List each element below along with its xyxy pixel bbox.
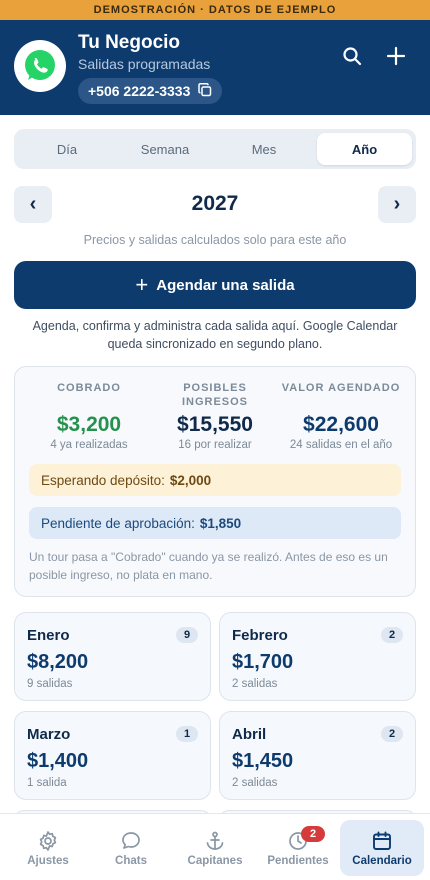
- chat-icon: [120, 830, 142, 852]
- year-title: 2027: [191, 192, 239, 215]
- schedule-trip-button[interactable]: + Agendar una salida: [14, 261, 416, 309]
- month-amount: $8,200: [27, 651, 89, 673]
- month-amount: $1,450: [232, 750, 294, 772]
- stat-value: $3,200: [56, 413, 122, 436]
- tab-capitanes[interactable]: Capitanes: [173, 820, 257, 876]
- stat-value: $22,600: [303, 413, 379, 436]
- tab-label: Capitanes: [187, 854, 243, 867]
- month-count-badge: 2: [381, 726, 403, 742]
- month-card-febrero[interactable]: Febrero 2 $1,700 2 salidas: [219, 612, 416, 701]
- stat-sub: 24 salidas en el año: [289, 439, 393, 451]
- month-amount: $1,700: [232, 651, 294, 673]
- app-header: Tu Negocio Salidas programadas +506 2222…: [0, 20, 430, 115]
- summary-note: Un tour pasa a "Cobrado" cuando ya se re…: [29, 550, 388, 582]
- awaiting-deposit-label: Esperando depósito:: [41, 472, 165, 488]
- month-card-abril[interactable]: Abril 2 $1,450 2 salidas: [219, 711, 416, 800]
- year-note: Precios y salidas calculados solo para e…: [83, 233, 347, 247]
- stat-label: POSIBLES INGRESOS: [181, 382, 249, 408]
- month-name: Marzo: [27, 726, 71, 743]
- copy-icon: [198, 82, 212, 100]
- month-card-marzo[interactable]: Marzo 1 $1,400 1 salida: [14, 711, 211, 800]
- month-name: Enero: [27, 627, 70, 644]
- stat-label: VALOR AGENDADO: [281, 382, 401, 394]
- schedule-description: Agenda, confirma y administra cada salid…: [32, 319, 398, 351]
- tab-label: Calendario: [352, 854, 412, 867]
- tab-chats[interactable]: Chats: [89, 820, 173, 876]
- segment-year[interactable]: Año: [317, 133, 412, 165]
- month-count-badge: 1: [176, 726, 198, 742]
- month-trip-count: 9 salidas: [27, 678, 73, 690]
- awaiting-deposit-notice[interactable]: Esperando depósito: $2,000: [29, 464, 401, 496]
- period-segmented-control: Día Semana Mes Año: [14, 129, 416, 169]
- next-year-button[interactable]: ›: [378, 186, 416, 223]
- tab-label: Chats: [115, 854, 147, 867]
- phone-number: +506 2222-3333: [88, 83, 191, 99]
- add-icon[interactable]: [384, 44, 408, 68]
- segment-day[interactable]: Día: [18, 133, 116, 165]
- stat-sub: 4 ya realizadas: [50, 439, 128, 451]
- stat-possible-income: POSIBLES INGRESOS $15,550 16 por realiza…: [155, 381, 275, 451]
- segment-week[interactable]: Semana: [116, 133, 214, 165]
- month-trip-count: 2 salidas: [232, 777, 278, 789]
- business-name: Tu Negocio: [78, 32, 181, 53]
- pending-approval-notice[interactable]: Pendiente de aprobación: $1,850: [29, 507, 401, 539]
- calendar-icon: [371, 830, 393, 852]
- segment-month[interactable]: Mes: [214, 133, 314, 165]
- tab-label: Pendientes: [267, 854, 329, 867]
- pending-approval-label: Pendiente de aprobación:: [41, 515, 195, 531]
- bottom-tab-bar: Ajustes Chats Capitanes 2 Pendientes Cal…: [0, 813, 430, 880]
- gear-icon: [37, 830, 59, 852]
- month-card-enero[interactable]: Enero 9 $8,200 9 salidas: [14, 612, 211, 701]
- pending-approval-value: $1,850: [199, 515, 242, 531]
- tab-calendario[interactable]: Calendario: [340, 820, 424, 876]
- clock-icon: 2: [287, 825, 325, 852]
- anchor-icon: [204, 830, 226, 852]
- stat-sub: 16 por realizar: [178, 439, 252, 451]
- stat-value: $15,550: [177, 413, 253, 436]
- month-name: Abril: [232, 726, 267, 743]
- stat-label: COBRADO: [57, 382, 121, 394]
- awaiting-deposit-value: $2,000: [169, 472, 212, 488]
- month-name: Febrero: [232, 627, 288, 644]
- tab-label: Ajustes: [27, 854, 69, 867]
- month-count-badge: 9: [176, 627, 198, 643]
- schedule-trip-label: Agendar una salida: [156, 276, 295, 294]
- demo-banner: DEMOSTRACIÓN · DATOS DE EJEMPLO: [0, 0, 430, 20]
- business-subtitle: Salidas programadas: [78, 56, 211, 72]
- stat-collected: COBRADO $3,200 4 ya realizadas: [29, 381, 149, 451]
- plus-icon: +: [135, 272, 149, 297]
- tab-ajustes[interactable]: Ajustes: [6, 820, 90, 876]
- search-icon[interactable]: [340, 44, 364, 68]
- month-trip-count: 2 salidas: [232, 678, 278, 690]
- pending-count-badge: 2: [301, 825, 325, 842]
- whatsapp-logo-icon: [14, 40, 66, 92]
- month-count-badge: 2: [381, 627, 403, 643]
- stat-scheduled-value: VALOR AGENDADO $22,600 24 salidas en el …: [281, 381, 401, 451]
- year-summary-card: COBRADO $3,200 4 ya realizadas POSIBLES …: [14, 366, 416, 597]
- tab-pendientes[interactable]: 2 Pendientes: [256, 820, 340, 876]
- month-trip-count: 1 salida: [27, 777, 67, 789]
- month-amount: $1,400: [27, 750, 89, 772]
- phone-copy-pill[interactable]: +506 2222-3333: [78, 78, 223, 104]
